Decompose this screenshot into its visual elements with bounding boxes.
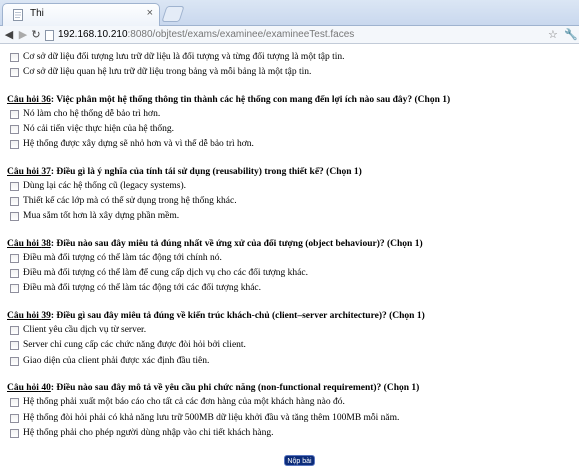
answer-checkbox[interactable] — [10, 110, 19, 119]
answer-text: Giao diện của client phải được xác định … — [23, 356, 210, 366]
tab-close-icon[interactable]: × — [147, 7, 153, 19]
answer-text: Client yêu cầu dịch vụ từ server. — [23, 325, 147, 335]
answer-text: Mua sắm tốt hơn là xây dựng phần mềm. — [23, 211, 180, 221]
answer-text: Hệ thống đòi hỏi phải có khả năng lưu tr… — [23, 413, 400, 423]
answer-text: Nó làm cho hệ thống dễ bảo trì hơn. — [23, 109, 161, 119]
answer-checkbox[interactable] — [10, 68, 19, 77]
reload-icon[interactable]: ↻ — [29, 28, 43, 42]
answer-text: Nó cải tiến việc thực hiện của hệ thống. — [23, 124, 175, 134]
answer-text: Hệ thống phải xuất một báo cáo cho tất c… — [23, 397, 345, 407]
back-arrow-icon[interactable]: ◀ — [2, 28, 16, 42]
answer-checkbox[interactable] — [10, 182, 19, 191]
url-host: 192.168.10.210 — [58, 29, 128, 40]
answer-checkbox[interactable] — [10, 197, 19, 206]
question-text: : Điều gì là ý nghĩa của tính tái sử dụn… — [50, 167, 362, 177]
answer-checkbox[interactable] — [10, 414, 19, 423]
url-path: :8080/objtest/exams/examinee/examineeTes… — [127, 29, 355, 40]
answer-checkbox[interactable] — [10, 269, 19, 278]
question-label: Câu hỏi — [7, 311, 39, 321]
question-text: : Điều nào sau đây miêu tả đúng nhất về … — [50, 239, 423, 249]
tab-title: Thi — [30, 8, 44, 19]
submit-button[interactable]: Nộp bài — [284, 455, 315, 466]
question-label: Câu hỏi — [7, 167, 39, 177]
question-39: Câu hỏi 39: Điều gì sau đây miêu tả đúng… — [7, 311, 425, 321]
answer-checkbox[interactable] — [10, 429, 19, 438]
question-number: Câu hỏi 39 — [7, 311, 51, 321]
question-number: Câu hỏi 36 — [7, 95, 51, 105]
wrench-menu-icon[interactable]: 🔧 — [564, 28, 578, 41]
bookmark-star-icon[interactable]: ☆ — [548, 28, 558, 41]
answer-checkbox[interactable] — [10, 341, 19, 350]
page-info-icon[interactable] — [45, 30, 54, 41]
question-num: 39 — [41, 311, 51, 321]
question-label: Câu hỏi — [7, 383, 39, 393]
answer-checkbox[interactable] — [10, 125, 19, 134]
answer-text: Hệ thống được xây dựng sẽ nhỏ hơn và vì … — [23, 139, 254, 149]
browser-tab[interactable]: Thi × — [2, 3, 160, 26]
answer-text: Server chỉ cung cấp các chức năng được đ… — [23, 340, 246, 350]
question-37: Câu hỏi 37: Điều gì là ý nghĩa của tính … — [7, 167, 362, 177]
question-text: : Việc phân một hệ thống thông tin thành… — [50, 95, 451, 105]
question-num: 38 — [41, 239, 51, 249]
question-num: 37 — [41, 167, 51, 177]
question-label: Câu hỏi — [7, 95, 39, 105]
forward-arrow-icon[interactable]: ▶ — [16, 28, 30, 42]
new-tab-button[interactable] — [161, 6, 185, 22]
answer-text: Hệ thống phải cho phép người dùng nhập v… — [23, 428, 274, 438]
answer-text: Thiết kế các lớp mà có thể sử dụng trong… — [23, 196, 237, 206]
question-38: Câu hỏi 38: Điều nào sau đây miêu tả đún… — [7, 239, 423, 249]
answer-text: Dùng lại các hệ thống cũ (legacy systems… — [23, 181, 187, 191]
exam-page: Cơ sở dữ liệu đối tượng lưu trữ dữ liệu … — [0, 45, 579, 467]
question-number: Câu hỏi 38 — [7, 239, 51, 249]
answer-text: Điều mà đối tượng có thể làm tác động tớ… — [23, 283, 262, 293]
question-number: Câu hỏi 40 — [7, 383, 51, 393]
answer-text: Cơ sở dữ liệu quan hệ lưu trữ dữ liệu tr… — [23, 67, 312, 77]
answer-checkbox[interactable] — [10, 140, 19, 149]
question-40: Câu hỏi 40: Điều nào sau đây mô tả về yê… — [7, 383, 419, 393]
question-num: 36 — [41, 95, 51, 105]
question-label: Câu hỏi — [7, 239, 39, 249]
answer-checkbox[interactable] — [10, 212, 19, 221]
question-36: Câu hỏi 36: Việc phân một hệ thống thông… — [7, 95, 450, 105]
answer-text: Điều mà đối tượng có thể làm tác động tớ… — [23, 253, 222, 263]
page-favicon-icon — [13, 9, 23, 21]
address-bar[interactable]: 192.168.10.210:8080/objtest/exams/examin… — [58, 29, 354, 40]
answer-checkbox[interactable] — [10, 254, 19, 263]
answer-text: Điều mà đối tượng có thể làm để cung cấp… — [23, 268, 308, 278]
browser-tabstrip: Thi × — [0, 0, 579, 26]
answer-checkbox[interactable] — [10, 357, 19, 366]
question-num: 40 — [41, 383, 51, 393]
question-text: : Điều nào sau đây mô tả về yêu cầu phi … — [50, 383, 420, 393]
answer-checkbox[interactable] — [10, 326, 19, 335]
browser-toolbar: ◀ ▶ ↻ 192.168.10.210:8080/objtest/exams/… — [0, 26, 579, 44]
question-text: : Điều gì sau đây miêu tả đúng về kiến t… — [50, 311, 425, 321]
answer-checkbox[interactable] — [10, 284, 19, 293]
answer-checkbox[interactable] — [10, 53, 19, 62]
answer-text: Cơ sở dữ liệu đối tượng lưu trữ dữ liệu … — [23, 52, 345, 62]
answer-checkbox[interactable] — [10, 398, 19, 407]
question-number: Câu hỏi 37 — [7, 167, 51, 177]
